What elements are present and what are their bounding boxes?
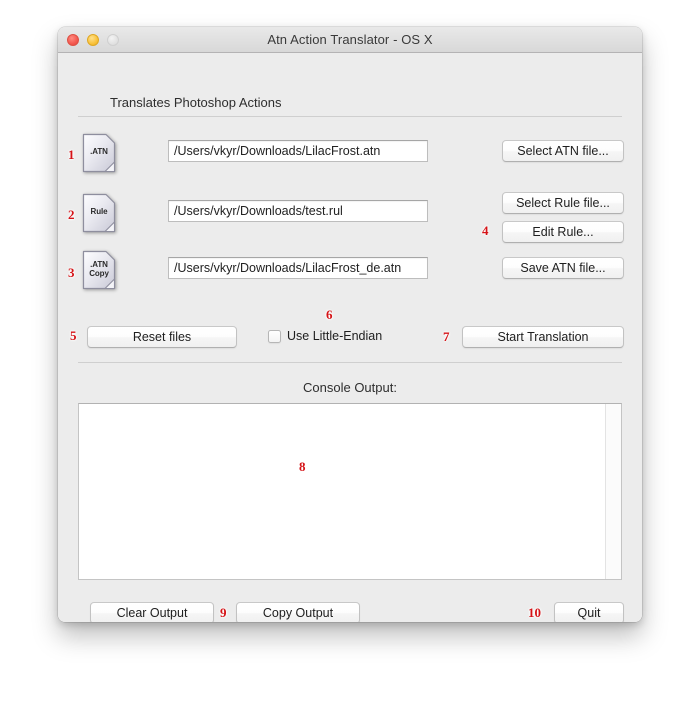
console-scrollbar[interactable] [605,404,621,579]
annotation-10: 10 [528,605,541,620]
annotation-8: 8 [299,459,306,474]
controls-row: 5 Reset files 6 Use Little-Endian 7 Star… [58,308,642,359]
atn-copy-file-row: 3 .ATN Copy /Users/vkyr/Downloads/LilacF… [58,248,642,294]
atn-copy-icon-label-line1: .ATN [90,259,108,269]
atn-path-field[interactable]: /Users/vkyr/Downloads/LilacFrost.atn [168,140,428,162]
atn-icon-label: .ATN [82,133,116,173]
rule-icon-label-line1: Rule [90,207,108,216]
select-rule-file-button[interactable]: Select Rule file... [502,192,624,214]
annotation-4: 4 [482,223,489,238]
annotation-3: 3 [68,265,75,280]
little-endian-label: Use Little-Endian [287,329,383,343]
rule-document-icon: Rule [82,193,116,233]
reset-files-button[interactable]: Reset files [87,326,237,348]
little-endian-checkbox[interactable] [268,329,281,343]
window-controls [67,33,119,46]
annotation-9: 9 [220,605,227,620]
annotation-7: 7 [443,329,450,344]
rule-file-row: 2 Rule /Users/vkyr/Downloads/test.rul Se… [58,183,642,243]
footer-row: Clear Output 9 Copy Output 10 Quit [58,593,642,622]
window-title: Atn Action Translator - OS X [267,32,433,47]
close-button[interactable] [67,33,79,46]
subtitle-label: Translates Photoshop Actions [110,95,282,110]
annotation-2: 2 [68,207,75,222]
title-bar: Atn Action Translator - OS X [58,27,642,53]
console-output-label: Console Output: [303,380,397,395]
app-window: Atn Action Translator - OS X Translates … [58,27,642,622]
edit-rule-button[interactable]: Edit Rule... [502,221,624,243]
window-content: Translates Photoshop Actions 1 .ATN /Use… [58,53,642,622]
atn-copy-document-icon: .ATN Copy [82,250,116,290]
atn-copy-path-field[interactable]: /Users/vkyr/Downloads/LilacFrost_de.atn [168,257,428,279]
select-atn-file-button[interactable]: Select ATN file... [502,140,624,162]
rule-path-field[interactable]: /Users/vkyr/Downloads/test.rul [168,200,428,222]
quit-button[interactable]: Quit [554,602,624,622]
atn-copy-icon-label-line2: Copy [89,268,109,278]
zoom-button[interactable] [107,33,119,46]
little-endian-checkbox-row[interactable]: Use Little-Endian [268,329,382,343]
save-atn-file-button[interactable]: Save ATN file... [502,257,624,279]
atn-icon-label-line1: .ATN [90,147,108,156]
minimize-button[interactable] [87,33,99,46]
annotation-1: 1 [68,147,75,162]
copy-output-button[interactable]: Copy Output [236,602,360,622]
rule-icon-label: Rule [82,193,116,233]
clear-output-button[interactable]: Clear Output [90,602,214,622]
annotation-6: 6 [326,307,333,322]
atn-document-icon: .ATN [82,133,116,173]
atn-copy-icon-label: .ATN Copy [82,250,116,290]
annotation-5: 5 [70,328,77,343]
start-translation-button[interactable]: Start Translation [462,326,624,348]
divider-bottom [78,362,622,363]
console-output-area[interactable] [78,403,622,580]
divider-top [78,116,622,117]
atn-file-row: 1 .ATN /Users/vkyr/Downloads/LilacFrost.… [58,131,642,177]
